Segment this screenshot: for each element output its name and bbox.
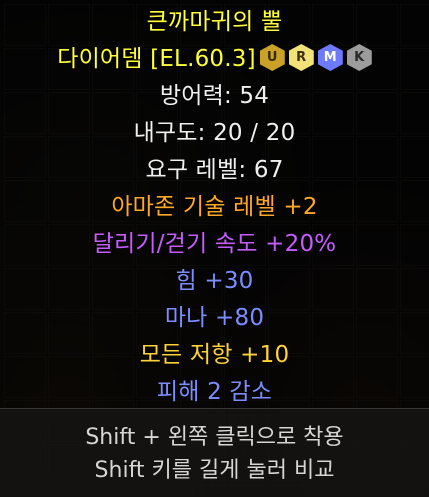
tier-badge-m-icon: M bbox=[317, 44, 343, 71]
resist-mod: 모든 저항 +10 bbox=[139, 342, 290, 368]
durability-stat: 내구도: 20 / 20 bbox=[133, 120, 296, 146]
item-name: 큰까마귀의 뿔 bbox=[146, 9, 283, 35]
defense-stat: 방어력: 54 bbox=[159, 83, 270, 109]
tier-badge-r-icon: R bbox=[288, 44, 314, 71]
mana-mod: 마나 +80 bbox=[164, 305, 265, 331]
tier-badge-u-icon: U bbox=[259, 44, 285, 71]
run-speed-mod: 달리기/걷기 속도 +20% bbox=[92, 231, 337, 257]
item-tooltip: 큰까마귀의 뿔 다이어뎀 [EL.60.3] U R M K 방어력: 54 내… bbox=[0, 0, 429, 408]
item-base-row: 다이어뎀 [EL.60.3] U R M K bbox=[0, 41, 429, 78]
equip-hint: Shift + 왼쪽 클릭으로 착용 bbox=[85, 425, 344, 450]
tier-badge-k-icon: K bbox=[346, 44, 372, 71]
required-level-stat: 요구 레벨: 67 bbox=[145, 157, 284, 183]
tier-badges: U R M K bbox=[259, 44, 372, 71]
item-base-type: 다이어뎀 [EL.60.3] bbox=[57, 46, 256, 72]
strength-mod: 힘 +30 bbox=[175, 268, 254, 294]
damage-reduce-mod: 피해 2 감소 bbox=[156, 379, 273, 405]
skill-mod: 아마존 기술 레벨 +2 bbox=[111, 194, 318, 220]
tooltip-hints: Shift + 왼쪽 클릭으로 착용 Shift 키를 길게 눌러 비교 bbox=[0, 408, 429, 497]
compare-hint: Shift 키를 길게 눌러 비교 bbox=[94, 458, 335, 483]
